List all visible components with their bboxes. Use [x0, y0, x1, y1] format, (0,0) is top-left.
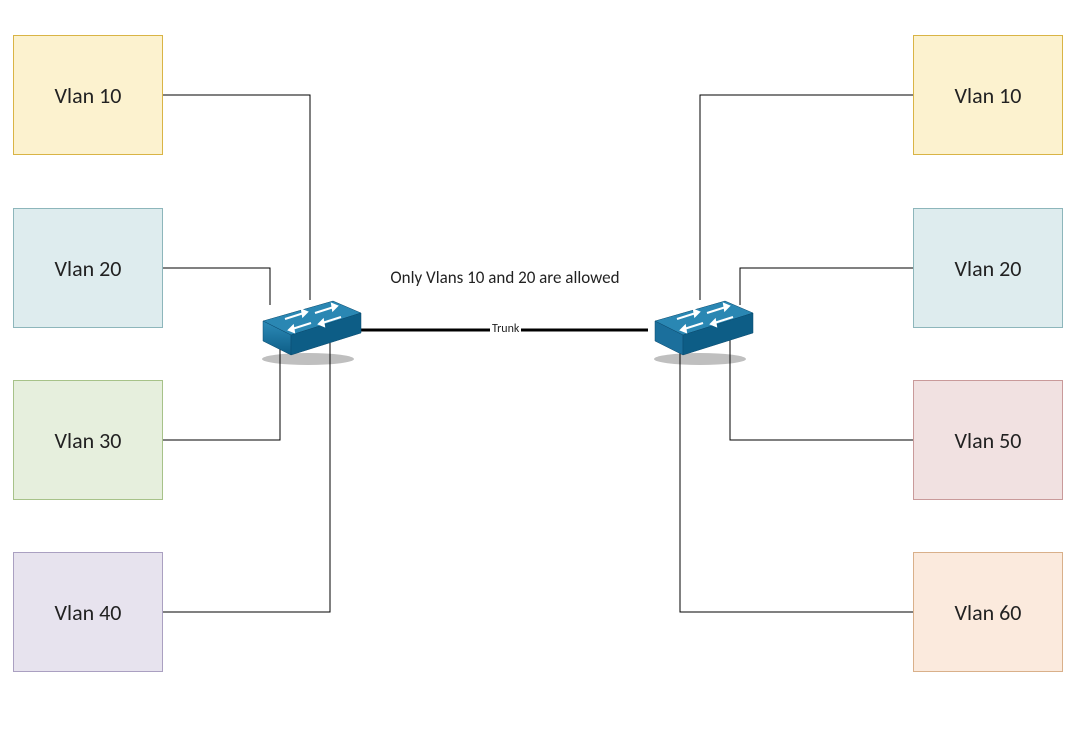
vlan-label: Vlan 30: [55, 427, 122, 454]
vlan-box-right-50: Vlan 50: [913, 380, 1063, 500]
switch-icon: [253, 293, 363, 365]
vlan-label: Vlan 20: [55, 255, 122, 282]
vlan-label: Vlan 10: [955, 82, 1022, 109]
switch-icon: [645, 293, 755, 365]
vlan-box-left-20: Vlan 20: [13, 208, 163, 328]
vlan-box-right-10: Vlan 10: [913, 35, 1063, 155]
trunk-caption: Only Vlans 10 and 20 are allowed: [375, 266, 635, 290]
vlan-box-right-60: Vlan 60: [913, 552, 1063, 672]
vlan-label: Vlan 10: [55, 82, 122, 109]
vlan-box-left-10: Vlan 10: [13, 35, 163, 155]
vlan-box-left-30: Vlan 30: [13, 380, 163, 500]
vlan-label: Vlan 60: [955, 599, 1022, 626]
vlan-box-right-20: Vlan 20: [913, 208, 1063, 328]
vlan-box-left-40: Vlan 40: [13, 552, 163, 672]
trunk-label: Trunk: [490, 322, 521, 336]
vlan-label: Vlan 40: [55, 599, 122, 626]
vlan-label: Vlan 20: [955, 255, 1022, 282]
vlan-label: Vlan 50: [955, 427, 1022, 454]
switch-left: [253, 293, 363, 365]
switch-right: [645, 293, 755, 365]
